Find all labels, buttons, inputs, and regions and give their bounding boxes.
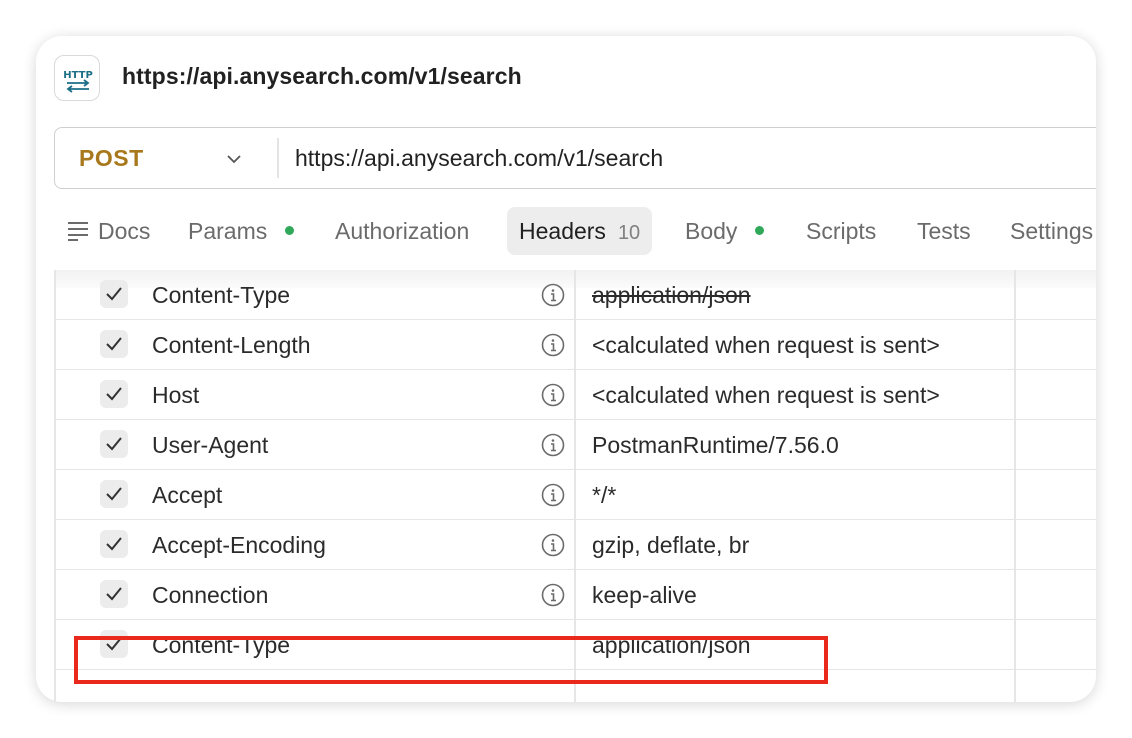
- row-checkbox[interactable]: [100, 480, 128, 508]
- info-icon[interactable]: [541, 433, 565, 457]
- check-icon: [106, 337, 122, 351]
- header-value[interactable]: keep-alive: [592, 582, 697, 609]
- tab-authorization-label: Authorization: [335, 218, 470, 244]
- tab-scripts[interactable]: Scripts: [806, 207, 876, 255]
- tab-authorization[interactable]: Authorization: [335, 207, 469, 255]
- info-icon[interactable]: [541, 483, 565, 507]
- table-row: Content-Type application/json: [54, 270, 1096, 320]
- table-row: Connection keep-alive: [54, 570, 1096, 620]
- tab-headers-label: Headers: [519, 218, 606, 244]
- header-value[interactable]: <calculated when request is sent>: [592, 332, 940, 359]
- check-icon: [106, 487, 122, 501]
- header-value[interactable]: gzip, deflate, br: [592, 532, 749, 559]
- tab-params-label: Params: [188, 218, 268, 244]
- info-icon[interactable]: [541, 383, 565, 407]
- params-status-dot: [285, 226, 295, 236]
- row-checkbox[interactable]: [100, 580, 128, 608]
- check-icon: [106, 287, 122, 301]
- row-checkbox[interactable]: [100, 330, 128, 358]
- tab-settings-label: Settings: [1010, 218, 1094, 244]
- check-icon: [106, 537, 122, 551]
- table-row: Host <calculated when request is sent>: [54, 370, 1096, 420]
- request-panel: HTTP https://api.anysearch.com/v1/search…: [36, 36, 1096, 702]
- info-icon[interactable]: [541, 583, 565, 607]
- row-checkbox[interactable]: [100, 430, 128, 458]
- table-row: Content-Length <calculated when request i…: [54, 320, 1096, 370]
- tab-params[interactable]: Params: [188, 207, 295, 255]
- table-row: User-Agent PostmanRuntime/7.56.0: [54, 420, 1096, 470]
- row-checkbox[interactable]: [100, 380, 128, 408]
- header-key[interactable]: Host: [152, 382, 199, 409]
- tab-docs[interactable]: Docs: [98, 207, 150, 255]
- request-tabs: Docs Params Authorization Headers 10 Body…: [36, 202, 1096, 260]
- http-icon: HTTP: [54, 55, 100, 101]
- info-icon[interactable]: [541, 283, 565, 307]
- check-icon: [106, 587, 122, 601]
- method-select[interactable]: POST: [79, 145, 144, 172]
- table-row: Accept-Encoding gzip, deflate, br: [54, 520, 1096, 570]
- header-key[interactable]: Connection: [152, 582, 268, 609]
- info-icon[interactable]: [541, 533, 565, 557]
- tab-body[interactable]: Body: [685, 207, 765, 255]
- docs-icon: [68, 222, 88, 241]
- check-icon: [106, 437, 122, 451]
- tab-docs-label: Docs: [98, 218, 151, 244]
- request-titlebar: HTTP https://api.anysearch.com/v1/search: [36, 36, 1096, 122]
- header-value[interactable]: <calculated when request is sent>: [592, 382, 940, 409]
- body-status-dot: [755, 226, 765, 236]
- headers-count-badge: 10: [617, 222, 641, 244]
- tab-scripts-label: Scripts: [806, 218, 877, 244]
- request-title[interactable]: https://api.anysearch.com/v1/search: [122, 63, 522, 90]
- http-icon-text: HTTP: [63, 70, 93, 81]
- tab-tests-label: Tests: [917, 218, 971, 244]
- tab-tests[interactable]: Tests: [917, 207, 971, 255]
- check-icon: [106, 387, 122, 401]
- highlight-box: [74, 636, 828, 684]
- url-bar: POST https://api.anysearch.com/v1/search: [54, 127, 1096, 189]
- header-value[interactable]: application/json: [592, 282, 751, 309]
- tab-settings[interactable]: Settings: [1010, 207, 1093, 255]
- header-key[interactable]: Content-Type: [152, 282, 290, 309]
- header-key[interactable]: Content-Length: [152, 332, 311, 359]
- tab-headers[interactable]: Headers 10: [507, 207, 653, 255]
- tab-body-label: Body: [685, 218, 738, 244]
- header-value[interactable]: PostmanRuntime/7.56.0: [592, 432, 839, 459]
- url-separator: [277, 138, 279, 178]
- url-input[interactable]: https://api.anysearch.com/v1/search: [295, 145, 663, 172]
- chevron-down-icon[interactable]: [225, 150, 243, 168]
- info-icon[interactable]: [541, 333, 565, 357]
- header-key[interactable]: User-Agent: [152, 432, 268, 459]
- header-value[interactable]: */*: [592, 482, 616, 509]
- row-checkbox[interactable]: [100, 530, 128, 558]
- header-key[interactable]: Accept: [152, 482, 222, 509]
- row-checkbox[interactable]: [100, 280, 128, 308]
- table-row: Accept */*: [54, 470, 1096, 520]
- header-key[interactable]: Accept-Encoding: [152, 532, 326, 559]
